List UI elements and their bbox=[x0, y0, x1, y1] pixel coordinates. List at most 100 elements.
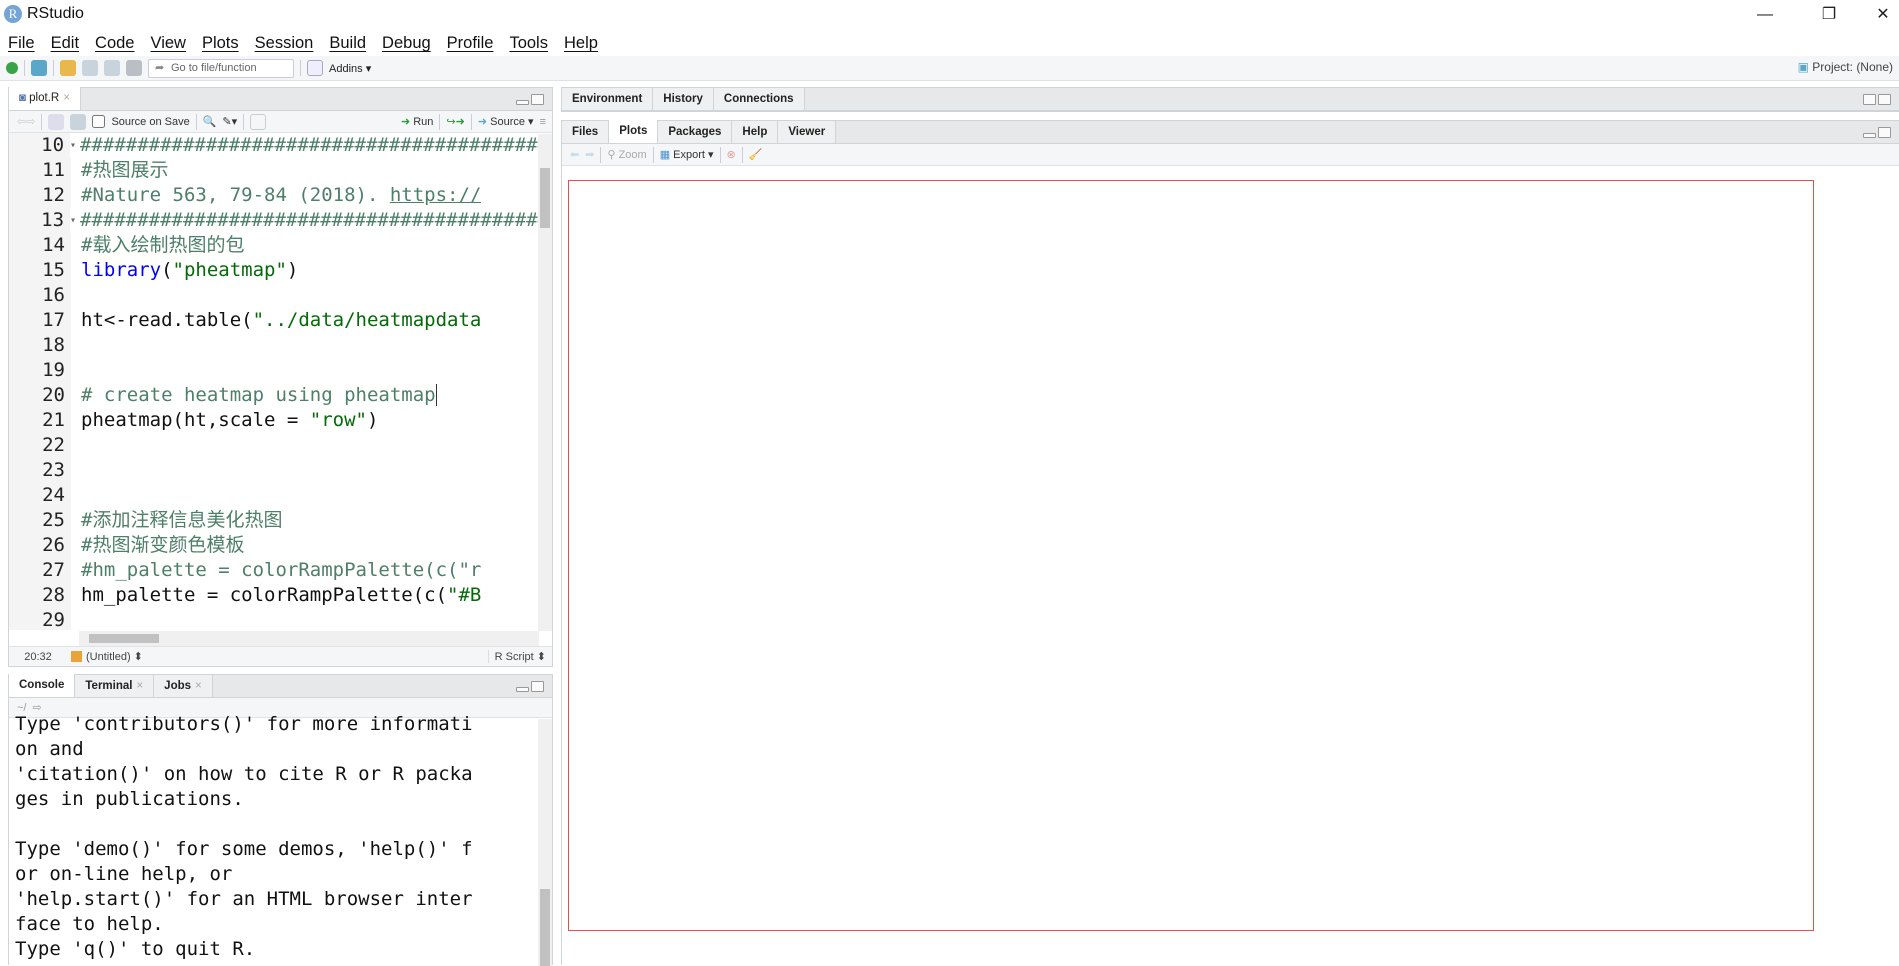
search-icon[interactable]: 🔍 bbox=[203, 115, 217, 128]
close-tab-icon[interactable]: × bbox=[63, 92, 70, 104]
code-line[interactable]: 16 bbox=[9, 283, 552, 308]
code-line[interactable]: 20 # create heatmap using pheatmap bbox=[9, 383, 552, 408]
save-icon[interactable] bbox=[70, 113, 87, 130]
tab-jobs[interactable]: Jobs × bbox=[154, 675, 213, 697]
clear-all-plots-icon[interactable]: 🧹 bbox=[749, 148, 763, 161]
code-line[interactable]: 29 bbox=[9, 608, 552, 630]
menu-build[interactable]: Build bbox=[327, 31, 374, 55]
tab-console[interactable]: Console bbox=[9, 674, 76, 697]
code-line[interactable]: 17 ht<-read.table("../data/heatmapdata bbox=[9, 308, 552, 333]
tab-environment[interactable]: Environment bbox=[562, 88, 654, 110]
new-file-icon[interactable] bbox=[6, 62, 18, 74]
go-to-file-input[interactable]: ➦ Go to file/function bbox=[148, 58, 294, 78]
project-menu[interactable]: ▣ Project: (None) bbox=[1798, 60, 1893, 74]
zoom-button[interactable]: ⚲ Zoom bbox=[607, 148, 646, 161]
code-text: hm_palette = colorRampPalette(c("#B bbox=[77, 583, 481, 608]
minimize-button[interactable]: — bbox=[1742, 0, 1788, 30]
grid-layout-icon[interactable] bbox=[307, 60, 323, 76]
tab-files[interactable]: Files bbox=[562, 121, 610, 143]
code-line[interactable]: 25 #添加注释信息美化热图 bbox=[9, 508, 552, 533]
scrollbar-thumb[interactable] bbox=[540, 168, 550, 228]
console-output[interactable]: Type 'contributors()' for more informati… bbox=[9, 712, 552, 962]
console-vertical-scrollbar[interactable] bbox=[538, 719, 552, 966]
tab-terminal[interactable]: Terminal × bbox=[75, 675, 155, 697]
code-line[interactable]: 23 bbox=[9, 458, 552, 483]
editor-vertical-scrollbar[interactable] bbox=[538, 134, 552, 631]
compile-report-icon[interactable] bbox=[250, 113, 267, 130]
code-line[interactable]: 14 #载入绘制热图的包 bbox=[9, 233, 552, 258]
tab-viewer[interactable]: Viewer bbox=[778, 121, 837, 143]
scope-selector[interactable]: (Untitled) ⬍ bbox=[86, 650, 143, 663]
source-button[interactable]: ➜ Source ▾ bbox=[478, 115, 534, 128]
code-token: #热图渐变颜色模板 bbox=[81, 534, 245, 556]
maximize-pane-icon[interactable] bbox=[1878, 127, 1891, 138]
maximize-pane-icon[interactable] bbox=[531, 94, 544, 105]
menu-plots[interactable]: Plots bbox=[200, 31, 247, 55]
close-button[interactable]: ✕ bbox=[1860, 0, 1899, 30]
show-in-window-icon[interactable] bbox=[48, 113, 65, 130]
restore-pane-icon[interactable] bbox=[1863, 94, 1876, 105]
menu-edit[interactable]: Edit bbox=[49, 31, 87, 55]
tab-connections[interactable]: Connections bbox=[713, 88, 805, 110]
close-tab-icon[interactable]: × bbox=[136, 680, 143, 692]
restore-button[interactable]: ❐ bbox=[1806, 0, 1852, 30]
run-button[interactable]: ➜ Run bbox=[401, 115, 433, 128]
scrollbar-thumb[interactable] bbox=[89, 634, 159, 643]
editor-horizontal-scrollbar[interactable] bbox=[79, 631, 539, 646]
maximize-pane-icon[interactable] bbox=[1878, 94, 1891, 105]
tab-plots[interactable]: Plots bbox=[609, 120, 659, 143]
code-line[interactable]: 24 bbox=[9, 483, 552, 508]
pane-controls bbox=[516, 94, 544, 105]
minimize-pane-icon[interactable] bbox=[516, 687, 529, 692]
remove-plot-icon[interactable]: ⊗ bbox=[727, 148, 736, 161]
code-line[interactable]: 18 bbox=[9, 333, 552, 358]
open-folder-icon[interactable] bbox=[60, 60, 76, 76]
code-line[interactable]: 19 bbox=[9, 358, 552, 383]
code-token: #热图展示 bbox=[81, 159, 169, 181]
menu-profile[interactable]: Profile bbox=[445, 31, 502, 55]
maximize-pane-icon[interactable] bbox=[531, 681, 544, 692]
save-icon[interactable] bbox=[82, 60, 98, 76]
code-line[interactable]: 13 ▾ #####################################… bbox=[9, 208, 552, 233]
code-line[interactable]: 10 ▾ #####################################… bbox=[9, 133, 552, 158]
code-line[interactable]: 22 bbox=[9, 433, 552, 458]
next-plot-icon[interactable]: ➡ bbox=[585, 148, 594, 161]
menu-help[interactable]: Help bbox=[562, 31, 606, 55]
pane-controls bbox=[516, 681, 544, 692]
code-line[interactable]: 28 hm_palette = colorRampPalette(c("#B bbox=[9, 583, 552, 608]
magic-wand-icon[interactable]: ✎▾ bbox=[222, 115, 237, 128]
print-icon[interactable] bbox=[126, 60, 142, 76]
menu-file[interactable]: File bbox=[6, 31, 43, 55]
minimize-pane-icon[interactable] bbox=[516, 100, 529, 105]
code-line[interactable]: 21 pheatmap(ht,scale = "row") bbox=[9, 408, 552, 433]
code-line[interactable]: 26 #热图渐变颜色模板 bbox=[9, 533, 552, 558]
code-line[interactable]: 27 #hm_palette = colorRampPalette(c("r bbox=[9, 558, 552, 583]
file-type-selector[interactable]: R Script ⬍ bbox=[487, 650, 552, 663]
tab-packages[interactable]: Packages bbox=[658, 121, 733, 143]
code-line[interactable]: 11 #热图展示 bbox=[9, 158, 552, 183]
tab-plot-r[interactable]: ◙ plot.R × bbox=[9, 87, 81, 110]
tab-help[interactable]: Help bbox=[732, 121, 779, 143]
outline-icon[interactable]: ≡ bbox=[540, 116, 546, 128]
menu-code[interactable]: Code bbox=[93, 31, 142, 55]
addins-menu[interactable]: Addins ▾ bbox=[329, 62, 371, 75]
minimize-pane-icon[interactable] bbox=[1863, 133, 1876, 138]
export-button[interactable]: ▦ Export ▾ bbox=[660, 148, 714, 161]
code-line[interactable]: 15 library("pheatmap") bbox=[9, 258, 552, 283]
rerun-icon[interactable]: ↪➜ bbox=[446, 115, 464, 128]
scrollbar-thumb[interactable] bbox=[540, 889, 550, 966]
close-tab-icon[interactable]: × bbox=[195, 680, 202, 692]
new-project-icon[interactable] bbox=[31, 60, 47, 76]
back-forward-icon[interactable]: ⇦⇨ bbox=[17, 115, 35, 128]
save-all-icon[interactable] bbox=[104, 60, 120, 76]
menu-debug[interactable]: Debug bbox=[380, 31, 439, 55]
tab-history[interactable]: History bbox=[653, 88, 714, 110]
source-on-save-checkbox[interactable] bbox=[92, 115, 106, 128]
menu-session[interactable]: Session bbox=[253, 31, 322, 55]
code-editor[interactable]: 10 ▾ #####################################… bbox=[9, 133, 552, 630]
menu-tools[interactable]: Tools bbox=[507, 31, 556, 55]
previous-plot-icon[interactable]: ⬅ bbox=[570, 148, 579, 161]
code-line[interactable]: 12 #Nature 563, 79-84 (2018). https:// bbox=[9, 183, 552, 208]
menu-view[interactable]: View bbox=[148, 31, 193, 55]
line-number: 15 bbox=[9, 258, 71, 283]
